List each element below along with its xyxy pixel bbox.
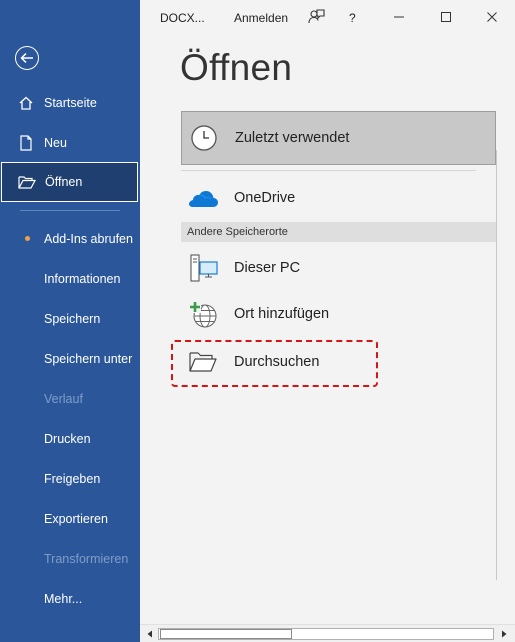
onedrive-item[interactable]: OneDrive — [181, 176, 496, 220]
folder-icon — [183, 345, 223, 379]
nav-history-label: Verlauf — [44, 392, 83, 406]
add-place-item[interactable]: Ort hinzufügen — [181, 292, 496, 336]
backstage-sidebar: Startseite Neu Öffnen Add-Ins abrufen In… — [0, 0, 140, 642]
onedrive-label: OneDrive — [234, 190, 296, 206]
minimize-button[interactable] — [388, 6, 410, 28]
this-pc-item[interactable]: Dieser PC — [181, 246, 496, 290]
nav-share-label: Freigeben — [44, 472, 101, 486]
nav-get-addins[interactable]: Add-Ins abrufen — [0, 219, 140, 259]
nav-new[interactable]: Neu — [0, 123, 140, 163]
nav-divider — [20, 210, 120, 211]
scroll-right-arrow-icon[interactable] — [498, 628, 510, 640]
browse-item[interactable]: Durchsuchen — [181, 340, 496, 384]
back-arrow-icon — [20, 52, 33, 64]
vertical-divider — [496, 150, 497, 580]
close-button[interactable] — [481, 6, 503, 28]
nav-save-as-label: Speichern unter — [44, 352, 133, 366]
browse-label: Durchsuchen — [234, 354, 320, 370]
title-bar: DOCX... Anmelden ? — [140, 0, 515, 34]
recent-item[interactable]: Zuletzt verwendet — [181, 111, 496, 165]
maximize-icon — [441, 12, 451, 22]
scroll-left-arrow-icon[interactable] — [144, 628, 156, 640]
nav-history: Verlauf — [0, 379, 140, 419]
coauthoring-button[interactable] — [306, 6, 328, 28]
nav-save[interactable]: Speichern — [0, 299, 140, 339]
nav-more[interactable]: Mehr... — [0, 579, 140, 619]
document-name: DOCX... — [160, 11, 205, 25]
back-button[interactable] — [15, 46, 39, 70]
nav-export-label: Exportieren — [44, 512, 108, 526]
nav-save-label: Speichern — [44, 312, 101, 326]
other-locations-header: Andere Speicherorte — [181, 222, 496, 242]
horizontal-scrollbar[interactable] — [140, 624, 515, 642]
help-button[interactable]: ? — [349, 11, 356, 25]
nav-home[interactable]: Startseite — [0, 83, 140, 123]
add-place-label: Ort hinzufügen — [234, 306, 330, 322]
nav-print[interactable]: Drucken — [0, 419, 140, 459]
new-document-icon — [17, 134, 35, 152]
maximize-button[interactable] — [435, 6, 457, 28]
nav-transform-label: Transformieren — [44, 552, 129, 566]
nav-share[interactable]: Freigeben — [0, 459, 140, 499]
minimize-icon — [394, 16, 404, 18]
nav-print-label: Drucken — [44, 432, 91, 446]
nav-open-label: Öffnen — [45, 175, 83, 189]
scroll-thumb[interactable] — [160, 629, 292, 639]
nav-open[interactable]: Öffnen — [1, 162, 138, 202]
nav-new-label: Neu — [44, 136, 67, 150]
home-icon — [17, 94, 35, 112]
add-place-globe-icon — [183, 297, 223, 331]
clock-icon — [184, 121, 224, 155]
nav-info-label: Informationen — [44, 272, 121, 286]
separator — [181, 170, 476, 171]
nav-transform: Transformieren — [0, 539, 140, 579]
close-icon — [487, 12, 497, 22]
nav-info[interactable]: Informationen — [0, 259, 140, 299]
person-feedback-icon — [308, 9, 325, 24]
page-title: Öffnen — [180, 47, 293, 88]
sign-in-link[interactable]: Anmelden — [234, 11, 288, 25]
computer-icon — [183, 251, 223, 285]
nav-export[interactable]: Exportieren — [0, 499, 140, 539]
this-pc-label: Dieser PC — [234, 260, 301, 276]
nav-get-addins-label: Add-Ins abrufen — [44, 232, 133, 246]
nav-home-label: Startseite — [44, 96, 97, 110]
onedrive-cloud-icon — [183, 181, 223, 215]
nav-more-label: Mehr... — [44, 592, 83, 606]
recent-label: Zuletzt verwendet — [235, 130, 350, 146]
nav-save-as[interactable]: Speichern unter — [0, 339, 140, 379]
open-folder-icon — [18, 173, 36, 191]
